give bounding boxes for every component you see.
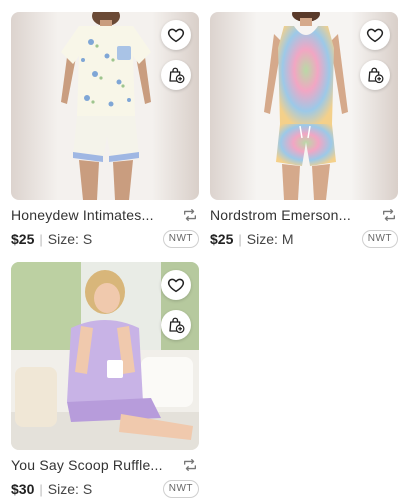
divider: | [39,481,43,497]
heart-icon [366,28,384,43]
add-to-bundle-button[interactable] [161,310,191,340]
size-label: Size: [47,481,79,497]
divider: | [238,231,242,247]
add-to-bundle-button[interactable] [161,60,191,90]
listing-title[interactable]: Honeydew Intimates... [11,207,154,223]
size-label: Size: [246,231,278,247]
listing-photo[interactable] [210,12,398,200]
size-value: M [281,231,294,247]
listing-photo[interactable] [11,12,199,200]
add-to-bundle-button[interactable] [360,60,390,90]
repost-icon[interactable] [181,207,199,223]
like-button[interactable] [360,20,390,50]
like-button[interactable] [161,270,191,300]
condition-badge: NWT [361,230,398,248]
listing-price: $30 [11,481,35,497]
size-value: S [82,481,93,497]
shopping-bag-plus-icon [368,67,384,84]
divider: | [39,231,43,247]
listing-title[interactable]: You Say Scoop Ruffle... [11,457,163,473]
listing-photo[interactable] [11,262,199,450]
shopping-bag-plus-icon [169,317,185,334]
listing-card[interactable]: You Say Scoop Ruffle... $30 | Size: S NW… [11,262,199,499]
listing-grid: Honeydew Intimates... $25 | Size: S NWT [0,0,410,500]
repost-icon[interactable] [181,457,199,473]
listing-price: $25 [210,231,234,247]
listing-card[interactable]: Nordstrom Emerson... $25 | Size: M NWT [210,12,398,249]
condition-badge: NWT [162,230,199,248]
condition-badge: NWT [162,480,199,498]
size-value: S [82,231,93,247]
listing-price: $25 [11,231,35,247]
heart-icon [167,28,185,43]
repost-icon[interactable] [380,207,398,223]
listing-card[interactable]: Honeydew Intimates... $25 | Size: S NWT [11,12,199,249]
size-label: Size: [47,231,79,247]
listing-title[interactable]: Nordstrom Emerson... [210,207,351,223]
like-button[interactable] [161,20,191,50]
shopping-bag-plus-icon [169,67,185,84]
heart-icon [167,278,185,293]
